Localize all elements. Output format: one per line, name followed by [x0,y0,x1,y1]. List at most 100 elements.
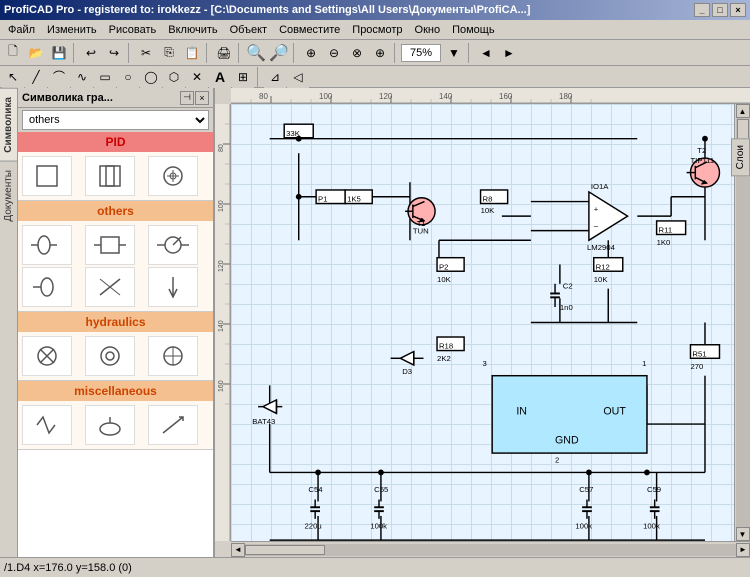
sym-hyd-2[interactable] [85,336,135,376]
cut-button[interactable]: ✂ [135,42,157,64]
component-btn3[interactable]: ⊗ [346,42,368,64]
menu-object[interactable]: Объект [224,22,273,38]
menu-window[interactable]: Окно [409,22,447,38]
toolbar: 🗋 📂 💾 ↩ ↪ ✂ ⎘ 📋 🖨 🔍 🔎 ⊕ ⊖ ⊗ ⊕ ▼ ◄ ► [0,40,750,66]
zoom-dropdown-button[interactable]: ▼ [443,42,465,64]
scroll-right-button[interactable]: ► [736,543,750,557]
titlebar-controls[interactable]: _ □ × [694,3,746,17]
titlebar: ProfiCAD Pro - registered to: irokkezz -… [0,0,750,20]
zoom-input[interactable] [401,44,441,62]
title-text: ProfiCAD Pro - registered to: irokkezz -… [4,4,530,16]
menu-help[interactable]: Помощь [446,22,501,38]
horizontal-scrollbar[interactable]: ◄ ► [231,541,750,557]
component-btn1[interactable]: ⊕ [300,42,322,64]
sym-others-2[interactable] [85,225,135,265]
ellipse-tool[interactable]: ◯ [140,66,162,88]
sym-others-5[interactable] [85,267,135,307]
text-tool[interactable]: A [209,66,231,88]
svg-text:BAT43: BAT43 [252,417,275,426]
sym-others-4[interactable] [22,267,72,307]
component-btn4[interactable]: ⊕ [369,42,391,64]
sym-others-3[interactable] [148,225,198,265]
circle-tool[interactable]: ○ [117,66,139,88]
select-tool[interactable]: ↖ [2,66,24,88]
special-tool[interactable]: ⊞ [232,66,254,88]
sym-hyd-1[interactable] [22,336,72,376]
hydraulics-header[interactable]: hydraulics [18,312,213,332]
zoom-box: ▼ [401,42,465,64]
nav-btn1[interactable]: ◄ [475,42,497,64]
zoom-out-button[interactable]: 🔎 [268,42,290,64]
menu-file[interactable]: Файл [2,22,41,38]
menu-view[interactable]: Просмотр [346,22,408,38]
panel-buttons: ⊣ × [180,91,209,105]
curve-tool[interactable]: ∿ [71,66,93,88]
redo-button[interactable]: ↪ [103,42,125,64]
menu-combine[interactable]: Совместите [273,22,346,38]
menu-edit[interactable]: Изменить [41,22,103,38]
minimize-button[interactable]: _ [694,3,710,17]
drawing-toolbar: ↖ ╱ ⌒ ∿ ▭ ○ ◯ ⬡ ✕ A ⊞ ⊿ ◁ [0,66,750,88]
menu-draw[interactable]: Рисовать [103,22,163,38]
restore-button[interactable]: □ [712,3,728,17]
undo-button[interactable]: ↩ [80,42,102,64]
svg-text:OUT: OUT [603,405,626,417]
symbols-tab-label: Символика [3,97,14,153]
sym-misc-3[interactable] [148,405,198,445]
sym-pid-3[interactable] [148,156,198,196]
hscroll-track[interactable] [245,544,736,556]
open-button[interactable]: 📂 [25,42,47,64]
scroll-track[interactable] [736,118,750,527]
panel-close-button[interactable]: × [195,91,209,105]
extra-btn2[interactable]: ◁ [287,66,309,88]
rect-tool[interactable]: ▭ [94,66,116,88]
scroll-up-button[interactable]: ▲ [736,104,750,118]
ruler-top: 80 100 120 140 160 180 [231,88,750,104]
sym-hyd-3[interactable] [148,336,198,376]
others-header[interactable]: others [18,201,213,221]
close-button[interactable]: × [730,3,746,17]
circuit-canvas[interactable]: 33K P1 1K5 R8 10K P2 10K R1 [231,104,734,541]
component-btn2[interactable]: ⊖ [323,42,345,64]
misc-header[interactable]: miscellaneous [18,381,213,401]
svg-text:2K2: 2K2 [437,354,451,363]
polygon-tool[interactable]: ⬡ [163,66,185,88]
new-button[interactable]: 🗋 [2,42,24,64]
hscroll-thumb[interactable] [245,545,325,555]
sym-others-6[interactable] [148,267,198,307]
save-button[interactable]: 💾 [48,42,70,64]
pid-header[interactable]: PID [18,132,213,152]
sym-others-1[interactable] [22,225,72,265]
extra-btn1[interactable]: ⊿ [264,66,286,88]
svg-text:10K: 10K [481,206,496,215]
svg-text:T2: T2 [697,146,706,155]
copy-button[interactable]: ⎘ [158,42,180,64]
svg-text:10K: 10K [437,275,452,284]
sidebar-item-documents[interactable]: Документы [0,161,17,230]
print-button[interactable]: 🖨 [213,42,235,64]
scroll-left-button[interactable]: ◄ [231,543,245,557]
line-tool[interactable]: ╱ [25,66,47,88]
svg-text:+: + [594,204,599,213]
zoom-in-button[interactable]: 🔍 [245,42,267,64]
svg-text:100k: 100k [575,522,592,531]
nav-btn2[interactable]: ► [498,42,520,64]
sym-misc-1[interactable] [22,405,72,445]
paste-button[interactable]: 📋 [181,42,203,64]
pid-category: PID [18,132,213,201]
sym-pid-1[interactable] [22,156,72,196]
menu-include[interactable]: Включить [162,22,223,38]
svg-text:TUN: TUN [413,227,429,236]
category-dropdown: others PID hydraulics miscellaneous [22,110,209,130]
layer-tab[interactable]: Слои [731,138,750,176]
sym-misc-2[interactable] [85,405,135,445]
sidebar-item-symbols[interactable]: Символика [0,88,17,161]
arc-tool[interactable]: ⌒ [48,66,70,88]
cross-tool[interactable]: ✕ [186,66,208,88]
scroll-down-button[interactable]: ▼ [736,527,750,541]
svg-text:R11: R11 [659,226,673,235]
svg-text:100k: 100k [370,522,387,531]
sym-pid-2[interactable] [85,156,135,196]
category-select[interactable]: others PID hydraulics miscellaneous [22,110,209,130]
panel-pin-button[interactable]: ⊣ [180,91,194,105]
